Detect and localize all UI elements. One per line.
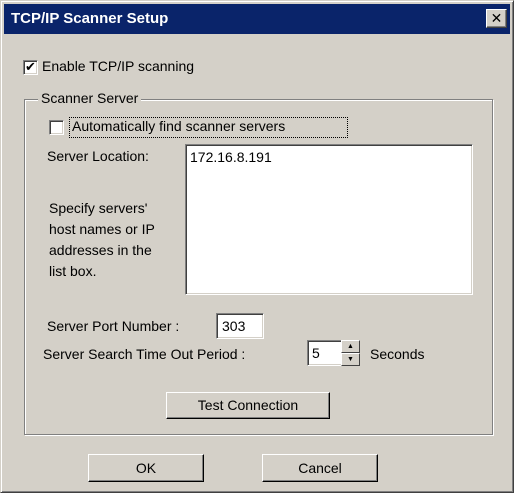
down-arrow-icon: ▼ <box>347 356 354 363</box>
port-value: 303 <box>222 318 246 334</box>
auto-find-checkbox[interactable] <box>49 120 64 135</box>
server-list-box[interactable]: 172.16.8.191 <box>185 144 473 295</box>
timeout-unit: Seconds <box>370 346 425 362</box>
timeout-label: Server Search Time Out Period : <box>43 346 246 362</box>
port-label: Server Port Number : <box>47 318 180 334</box>
help-line: host names or IP <box>49 221 155 237</box>
title-bar[interactable]: TCP/IP Scanner Setup ✕ <box>4 4 510 34</box>
spin-down-button[interactable]: ▼ <box>341 353 360 366</box>
timeout-input[interactable]: 5 <box>307 340 343 366</box>
dialog-title: TCP/IP Scanner Setup <box>11 10 169 27</box>
spin-up-button[interactable]: ▲ <box>341 340 360 353</box>
scanner-server-group-title: Scanner Server <box>38 90 142 106</box>
server-location-help: Specify servers' host names or IP addres… <box>49 198 155 282</box>
ok-label: OK <box>135 460 157 476</box>
close-button[interactable]: ✕ <box>486 9 507 28</box>
port-input[interactable]: 303 <box>216 313 264 339</box>
help-line: list box. <box>49 263 97 279</box>
help-line: Specify servers' <box>49 200 148 216</box>
server-location-label: Server Location: <box>47 148 149 164</box>
ok-button[interactable]: OK <box>88 454 204 482</box>
check-icon: ✔ <box>25 59 36 74</box>
dialog-window: TCP/IP Scanner Setup ✕ ✔ Enable TCP/IP s… <box>0 0 514 493</box>
cancel-label: Cancel <box>298 460 342 476</box>
enable-tcpip-checkbox[interactable]: ✔ <box>23 59 38 75</box>
server-list-item[interactable]: 172.16.8.191 <box>190 149 272 165</box>
test-connection-label: Test Connection <box>197 397 299 413</box>
enable-tcpip-label[interactable]: Enable TCP/IP scanning <box>42 58 194 74</box>
cancel-button[interactable]: Cancel <box>262 454 378 482</box>
close-icon: ✕ <box>490 10 503 26</box>
timeout-value: 5 <box>312 345 320 361</box>
up-arrow-icon: ▲ <box>347 343 354 350</box>
timeout-spinner: ▲ ▼ <box>341 340 360 366</box>
test-connection-button[interactable]: Test Connection <box>166 392 330 419</box>
help-line: addresses in the <box>49 242 152 258</box>
auto-find-label[interactable]: Automatically find scanner servers <box>72 118 285 134</box>
